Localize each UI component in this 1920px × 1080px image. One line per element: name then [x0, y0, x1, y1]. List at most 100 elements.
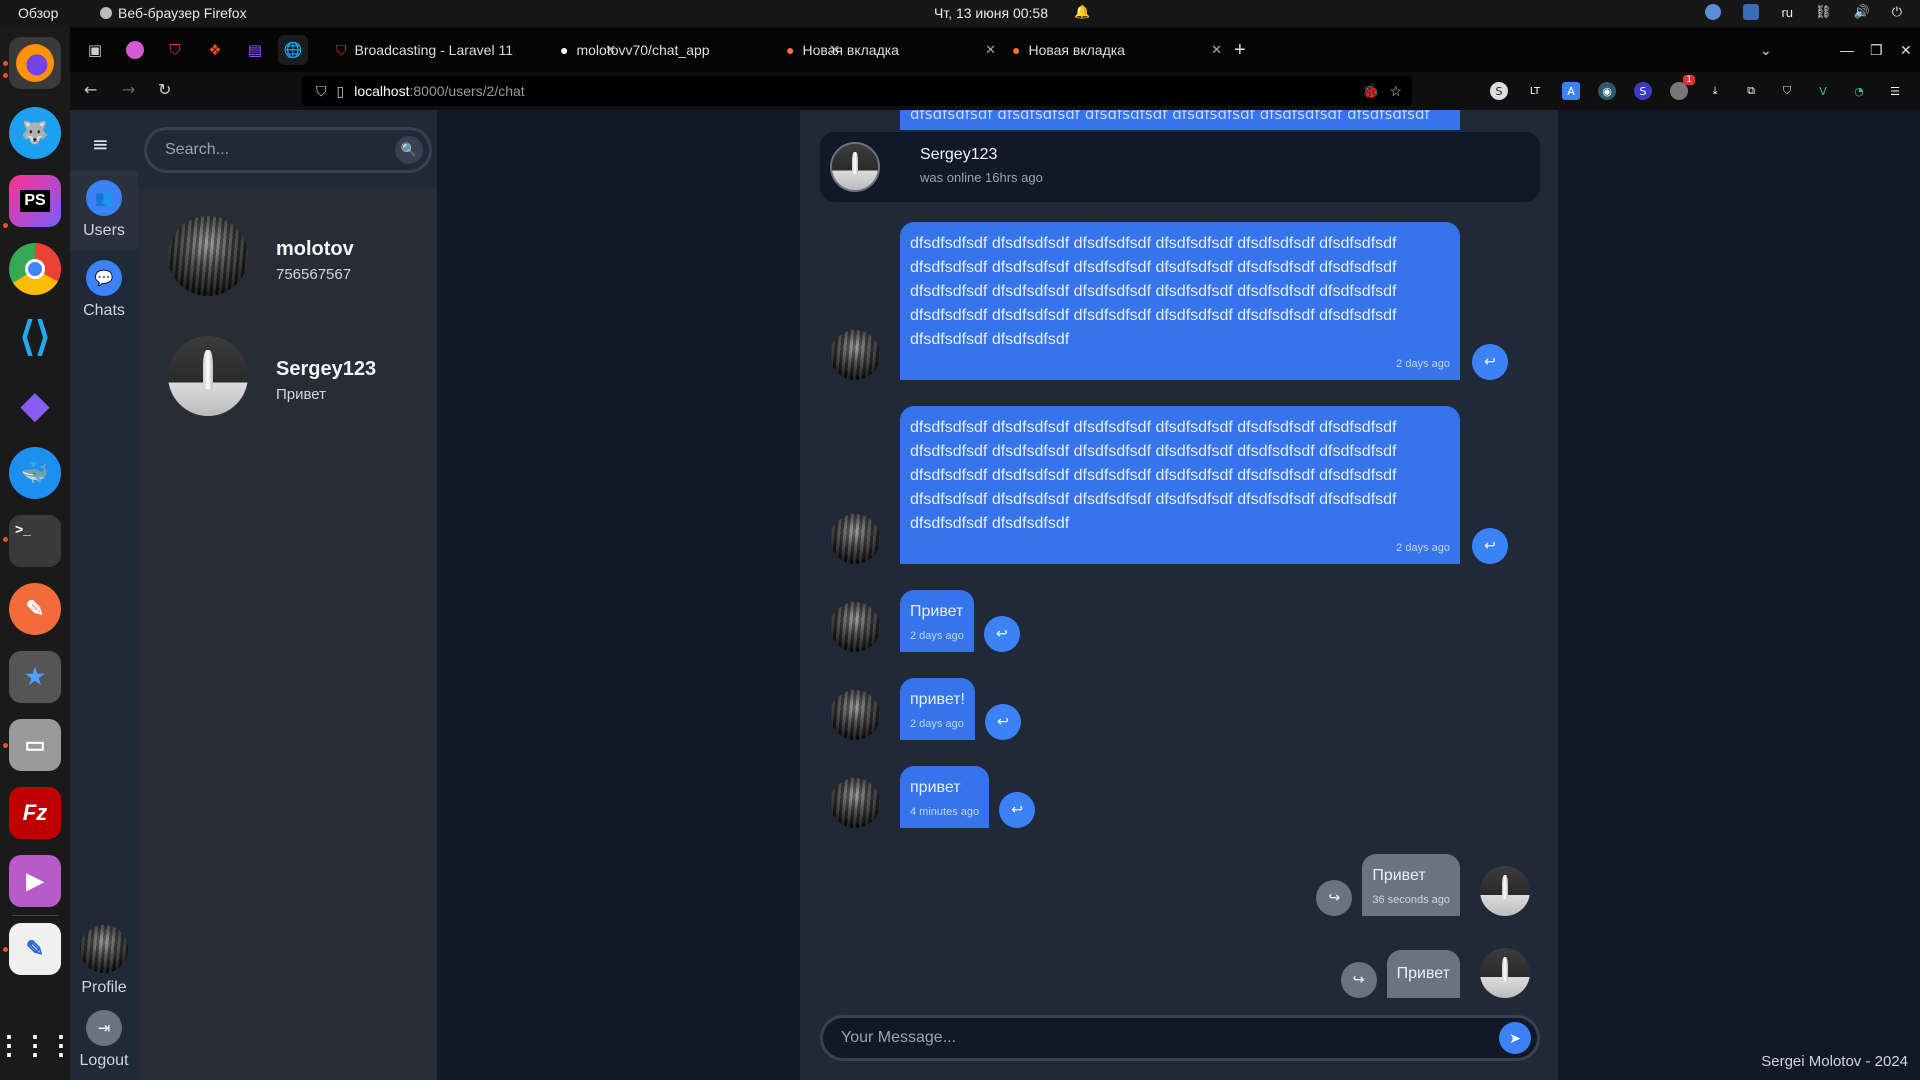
dock-vscode-icon[interactable]: ⟨⟩: [9, 311, 61, 363]
dock-favorites-icon[interactable]: ★: [9, 651, 61, 703]
forward-icon[interactable]: ↪: [1316, 880, 1353, 916]
bookmark-star-icon[interactable]: ☆: [1389, 83, 1402, 100]
send-icon[interactable]: ➤: [1499, 1022, 1531, 1054]
list-tabs-chevron-icon[interactable]: ⌄: [1760, 35, 1772, 65]
activities-button[interactable]: Обзор: [18, 5, 58, 21]
dock-browser-wolf-icon[interactable]: 🐺: [9, 107, 61, 159]
dock-postman-icon[interactable]: ✎: [9, 583, 61, 635]
reply-icon[interactable]: ↩: [984, 704, 1021, 740]
pinned-tab-globe-icon[interactable]: 🌐: [278, 35, 308, 65]
close-window-icon[interactable]: ✕: [1900, 35, 1912, 65]
menu-hamburger-icon[interactable]: ☰: [1886, 82, 1904, 100]
nav-logout-label: Logout: [79, 1052, 129, 1069]
bug-icon[interactable]: 🐞: [1362, 83, 1379, 100]
tray-keyboard-icon[interactable]: [1743, 4, 1760, 20]
forward-icon[interactable]: ↪: [1340, 962, 1377, 998]
reply-icon[interactable]: ↩: [1472, 528, 1508, 564]
tray-app-icon[interactable]: [1705, 4, 1722, 20]
menu-hamburger-icon[interactable]: ≡: [92, 132, 112, 156]
message-incoming: Привет 2 days ago ↩: [830, 590, 1020, 652]
reply-icon[interactable]: ↩: [1472, 344, 1508, 380]
firefox-icon: [100, 7, 112, 19]
avatar: [168, 336, 248, 416]
pinned-tab-laravel-icon[interactable]: ⛉: [160, 35, 190, 65]
pinned-tab-figma2-icon[interactable]: ▤: [240, 35, 270, 65]
page-info-icon[interactable]: ▯: [337, 83, 345, 100]
tab-close-icon[interactable]: ✕: [985, 42, 996, 58]
search-input[interactable]: Search... 🔍: [144, 127, 432, 173]
extensions-puzzle-icon[interactable]: ⧉: [1742, 82, 1760, 100]
ext-timer-icon[interactable]: ◔: [1850, 82, 1868, 100]
clock[interactable]: Чт, 13 июня 00:58: [934, 5, 1048, 21]
volume-icon[interactable]: 🔊: [1854, 4, 1870, 20]
show-apps-grid-icon[interactable]: ⋮⋮⋮: [0, 1019, 74, 1071]
ext-translate-icon[interactable]: A: [1562, 82, 1580, 100]
users-panel: Search... 🔍 molotov 756567567 Sergey123 …: [138, 110, 437, 1080]
dock-chrome-icon[interactable]: [9, 243, 61, 295]
shield-icon[interactable]: ⛉: [316, 83, 327, 100]
chat-partner-avatar[interactable]: [830, 142, 880, 192]
dock-phpstorm-icon[interactable]: PS: [9, 175, 61, 227]
reload-icon[interactable]: ↻: [158, 80, 171, 99]
tab-new-1[interactable]: ● Новая вкладка ✕: [786, 35, 996, 65]
dock-text-editor-icon[interactable]: ✎: [9, 923, 61, 975]
message-incoming: dfsdfsdfsdf dfsdfsdfsdf dfsdfsdfsdf dfsd…: [830, 406, 1508, 564]
tab-overview-icon[interactable]: ▣: [80, 35, 110, 65]
language-indicator[interactable]: ru: [1781, 5, 1793, 20]
pinned-tab-pomodoro-icon[interactable]: [120, 35, 150, 65]
ext-shield-icon[interactable]: ⛉: [1778, 82, 1796, 100]
message-text: dfsdfsdfsdf dfsdfsdfsdf dfsdfsdfsdf dfsd…: [910, 235, 1397, 348]
nav-profile[interactable]: Profile: [70, 925, 138, 997]
ext-s-blue-icon[interactable]: S: [1634, 82, 1652, 100]
ext-badge-icon[interactable]: 1: [1670, 75, 1695, 100]
nav-users[interactable]: 👥 Users: [70, 170, 138, 250]
restore-window-icon[interactable]: ❐: [1870, 35, 1883, 65]
downloads-icon[interactable]: ⤓: [1706, 82, 1724, 100]
dock-files-icon[interactable]: ▭: [9, 719, 61, 771]
minimize-window-icon[interactable]: —: [1840, 35, 1854, 65]
dock-media-player-icon[interactable]: ▶: [9, 855, 61, 907]
user-name: Sergey123: [276, 358, 377, 380]
reply-icon[interactable]: ↩: [983, 616, 1020, 652]
dock-firefox-icon[interactable]: [9, 37, 61, 89]
network-icon[interactable]: ⛓: [1815, 4, 1832, 20]
search-icon[interactable]: 🔍: [395, 136, 423, 164]
url-bar[interactable]: ⛉ ▯ localhost:8000/users/2/chat 🐞 ☆: [302, 76, 1412, 106]
logout-icon: ⇥: [86, 1010, 122, 1046]
message-input[interactable]: Your Message... ➤: [820, 1015, 1540, 1061]
active-app-label: Веб-браузер Firefox: [118, 5, 247, 21]
new-tab-button[interactable]: +: [1234, 35, 1246, 65]
tab-new-2[interactable]: ● Новая вкладка ✕: [1012, 35, 1222, 65]
firefox-icon: ●: [786, 42, 795, 58]
dock-terminal-icon[interactable]: >_: [9, 515, 61, 567]
tab-close-icon[interactable]: ✕: [1211, 42, 1222, 58]
browser-tab-strip: ▣ ⛉ ❖ ▤ 🌐 ⛉ Broadcasting - Laravel 11 ✕ …: [70, 27, 1920, 72]
ext-badge-count: 1: [1683, 75, 1695, 85]
nav-logout[interactable]: ⇥ Logout: [70, 1010, 138, 1070]
user-list-item[interactable]: molotov 756567567: [138, 206, 437, 316]
reply-icon[interactable]: ↩: [999, 792, 1036, 828]
ext-goggles-icon[interactable]: ◉: [1598, 82, 1616, 100]
ext-s-icon[interactable]: S: [1490, 82, 1508, 100]
ext-vue-icon[interactable]: V: [1814, 82, 1832, 100]
nav-chats[interactable]: 💬 Chats: [70, 250, 138, 330]
message-text: Привет: [1396, 965, 1450, 982]
message-text: привет!: [910, 691, 965, 708]
avatar: [830, 602, 880, 652]
back-arrow-icon[interactable]: ←: [84, 80, 97, 99]
user-list-item[interactable]: Sergey123 Привет: [138, 326, 437, 436]
forward-arrow-icon[interactable]: →: [122, 80, 135, 99]
active-app-menu[interactable]: Веб-браузер Firefox: [100, 5, 247, 21]
dock-obsidian-icon[interactable]: ◆: [9, 379, 61, 431]
message-time: 2 days ago: [910, 718, 964, 730]
ext-languagetool-icon[interactable]: LT: [1526, 82, 1544, 100]
notification-bell-icon[interactable]: 🔔: [1074, 4, 1090, 20]
nav-profile-label: Profile: [81, 979, 127, 996]
dock-filezilla-icon[interactable]: Fz: [9, 787, 61, 839]
power-icon[interactable]: ⏻: [1892, 4, 1902, 20]
pinned-tab-figma-icon[interactable]: ❖: [200, 35, 230, 65]
profile-avatar: [80, 925, 128, 973]
url-host: localhost: [354, 83, 410, 99]
dock-docker-icon[interactable]: 🐳: [9, 447, 61, 499]
system-tray: ru ⛓ 🔊 ⏻: [1705, 4, 1902, 20]
